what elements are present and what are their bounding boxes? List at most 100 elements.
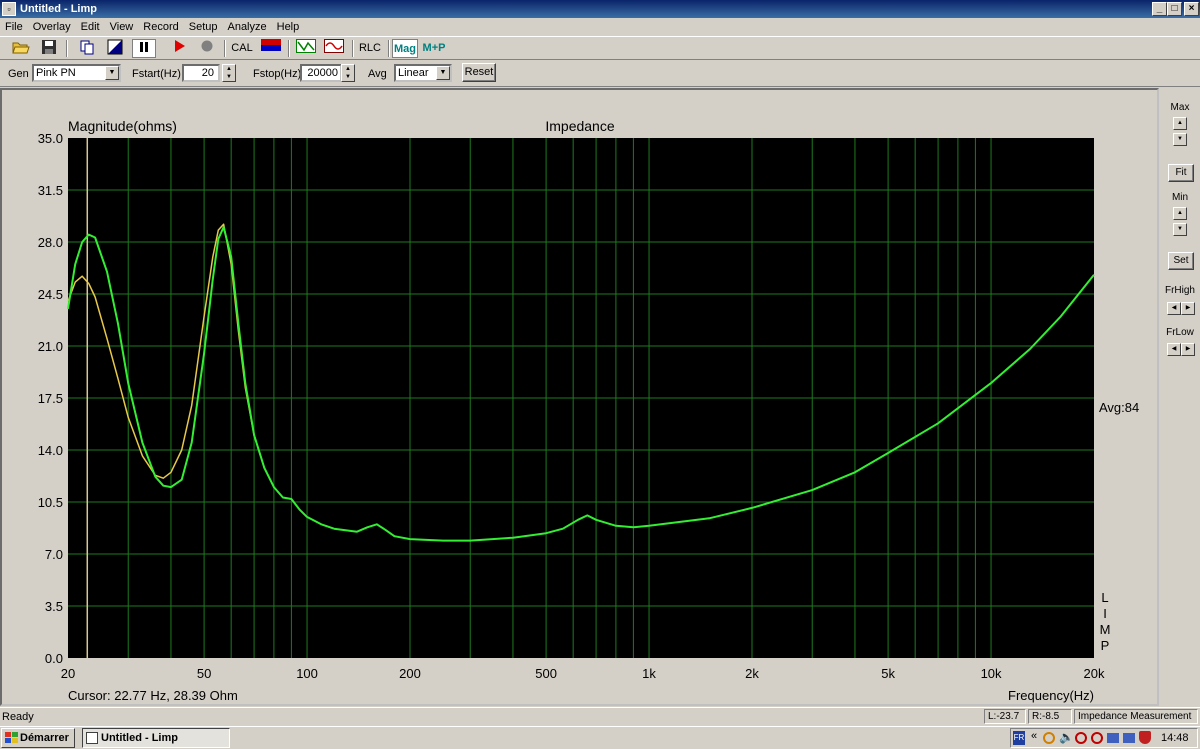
- mag-phase-button[interactable]: M+P: [421, 39, 447, 58]
- menu-bar: File Overlay Edit View Record Setup Analyze Hel…: [0, 18, 1200, 36]
- gen-select[interactable]: Pink PN ▼: [32, 64, 121, 82]
- reset-button[interactable]: Reset: [462, 63, 496, 82]
- save-icon[interactable]: [38, 39, 60, 58]
- status-right-level: R:-8.5: [1028, 709, 1072, 724]
- fstop-spinner[interactable]: ▲ ▼: [341, 64, 355, 82]
- max-up-button[interactable]: ▲: [1173, 117, 1187, 130]
- y-tick-label: 31.5: [38, 183, 63, 198]
- avg-label: Avg: [368, 68, 387, 80]
- minimize-button[interactable]: _: [1152, 2, 1167, 16]
- open-folder-icon[interactable]: [10, 39, 32, 58]
- menu-file[interactable]: File: [0, 18, 28, 36]
- volume-icon[interactable]: 🔈: [1059, 730, 1074, 744]
- tray-app-icon[interactable]: [1043, 732, 1055, 744]
- title-bar: ▫ Untitled - Limp _ □ ×: [0, 0, 1200, 18]
- mag-button[interactable]: Mag: [392, 39, 418, 58]
- clock: 14:48: [1161, 732, 1189, 744]
- copy-icon[interactable]: [76, 39, 98, 58]
- x-tick-label: 20: [61, 666, 75, 681]
- pause-button[interactable]: [132, 39, 156, 58]
- gen-label: Gen: [8, 68, 29, 80]
- menu-record[interactable]: Record: [138, 18, 183, 36]
- frlow-left-button[interactable]: ◀: [1167, 343, 1181, 356]
- chevron-down-icon[interactable]: ▼: [436, 66, 450, 80]
- y-tick-label: 3.5: [45, 599, 63, 614]
- close-button[interactable]: ×: [1184, 2, 1199, 16]
- frhigh-right-button[interactable]: ▶: [1181, 302, 1195, 315]
- x-tick-label: 5k: [881, 666, 895, 681]
- x-tick-label: 2k: [745, 666, 759, 681]
- y-tick-label: 17.5: [38, 391, 63, 406]
- language-indicator[interactable]: FR: [1013, 731, 1025, 745]
- control-bar: Gen Pink PN ▼ Fstart(Hz) 20 ▲ ▼ Fstop(Hz)…: [0, 60, 1200, 87]
- color-bars-icon[interactable]: [259, 39, 283, 58]
- chart-title: Impedance: [545, 118, 614, 134]
- x-tick-label: 20k: [1084, 666, 1105, 681]
- menu-setup[interactable]: Setup: [184, 18, 223, 36]
- rlc-button[interactable]: RLC: [357, 39, 383, 58]
- fstop-label: Fstop(Hz): [253, 68, 302, 80]
- start-button[interactable]: Démarrer: [1, 728, 75, 748]
- max-down-button[interactable]: ▼: [1173, 133, 1187, 146]
- avg-select[interactable]: Linear ▼: [394, 64, 452, 82]
- waveform-icon[interactable]: [322, 39, 346, 58]
- menu-help[interactable]: Help: [272, 18, 305, 36]
- watermark-letter: P: [1101, 638, 1110, 653]
- x-tick-label: 200: [399, 666, 421, 681]
- network-icon[interactable]: [1123, 733, 1135, 743]
- frlow-right-button[interactable]: ▶: [1181, 343, 1195, 356]
- menu-overlay[interactable]: Overlay: [28, 18, 76, 36]
- fit-button[interactable]: Fit: [1168, 164, 1194, 182]
- status-text: Ready: [2, 711, 34, 723]
- network-icon[interactable]: [1107, 733, 1119, 743]
- watermark-letter: L: [1101, 590, 1108, 605]
- app-icon[interactable]: ▫: [2, 2, 16, 16]
- shield-icon[interactable]: [1139, 731, 1151, 744]
- right-control-panel: Max ▲ ▼ Fit Min ▲ ▼ Set FrHigh ◀ ▶ FrLow…: [1160, 88, 1200, 706]
- toolbar-separator: [352, 40, 354, 57]
- avg-value: Linear: [398, 67, 429, 79]
- taskbar-item-limp[interactable]: Untitled - Limp: [82, 728, 230, 748]
- window-title: Untitled - Limp: [20, 3, 97, 15]
- y-tick-label: 28.0: [38, 235, 63, 250]
- frhigh-left-button[interactable]: ◀: [1167, 302, 1181, 315]
- y-axis-label: Magnitude(ohms): [68, 118, 177, 134]
- y-tick-label: 21.0: [38, 339, 63, 354]
- y-tick-label: 14.0: [38, 443, 63, 458]
- chevron-left-icon[interactable]: «: [1031, 730, 1037, 742]
- taskbar-item-label: Untitled - Limp: [101, 732, 178, 744]
- impedance-chart[interactable]: 0.0 3.5 7.0 10.5 14.0 17.5 21.0 24.5 28.0 31.5 35.…: [2, 90, 1157, 704]
- min-up-button[interactable]: ▲: [1173, 207, 1187, 220]
- max-label: Max: [1170, 102, 1190, 113]
- toolbar: CAL RLC Mag M+P: [0, 36, 1200, 60]
- y-tick-label: 24.5: [38, 287, 63, 302]
- cursor-readout: Cursor: 22.77 Hz, 28.39 Ohm: [68, 688, 238, 703]
- x-tick-label: 10k: [981, 666, 1002, 681]
- system-tray: FR « 🔈 14:48: [1010, 728, 1198, 748]
- status-bar: Ready L:-23.7 R:-8.5 Impedance Measureme…: [0, 707, 1200, 726]
- toolbar-separator: [66, 40, 68, 57]
- start-label: Démarrer: [20, 732, 69, 744]
- menu-view[interactable]: View: [105, 18, 139, 36]
- x-tick-labels: 20 50 100 200 500 1k 2k 5k 10k 20k: [61, 666, 1105, 681]
- status-mode: Impedance Measurement: [1074, 709, 1198, 724]
- overlay-icon[interactable]: [104, 39, 126, 58]
- fstart-input[interactable]: 20: [182, 64, 220, 82]
- record-icon[interactable]: [196, 39, 218, 58]
- y-tick-label: 35.0: [38, 131, 63, 146]
- set-button[interactable]: Set: [1168, 252, 1194, 270]
- fstart-spinner[interactable]: ▲ ▼: [222, 64, 236, 82]
- chevron-down-icon[interactable]: ▼: [105, 66, 119, 80]
- cal-button[interactable]: CAL: [229, 39, 255, 58]
- min-down-button[interactable]: ▼: [1173, 223, 1187, 236]
- menu-analyze[interactable]: Analyze: [222, 18, 271, 36]
- blocked-icon[interactable]: [1091, 732, 1103, 744]
- maximize-button[interactable]: □: [1167, 2, 1182, 16]
- fstop-input[interactable]: 20000: [300, 64, 342, 82]
- graph-icon[interactable]: [294, 39, 318, 58]
- play-icon[interactable]: [168, 39, 190, 58]
- y-tick-labels: 0.0 3.5 7.0 10.5 14.0 17.5 21.0 24.5 28.0 31.5 35.…: [38, 131, 63, 666]
- menu-edit[interactable]: Edit: [76, 18, 105, 36]
- status-left-level: L:-23.7: [984, 709, 1026, 724]
- blocked-icon[interactable]: [1075, 732, 1087, 744]
